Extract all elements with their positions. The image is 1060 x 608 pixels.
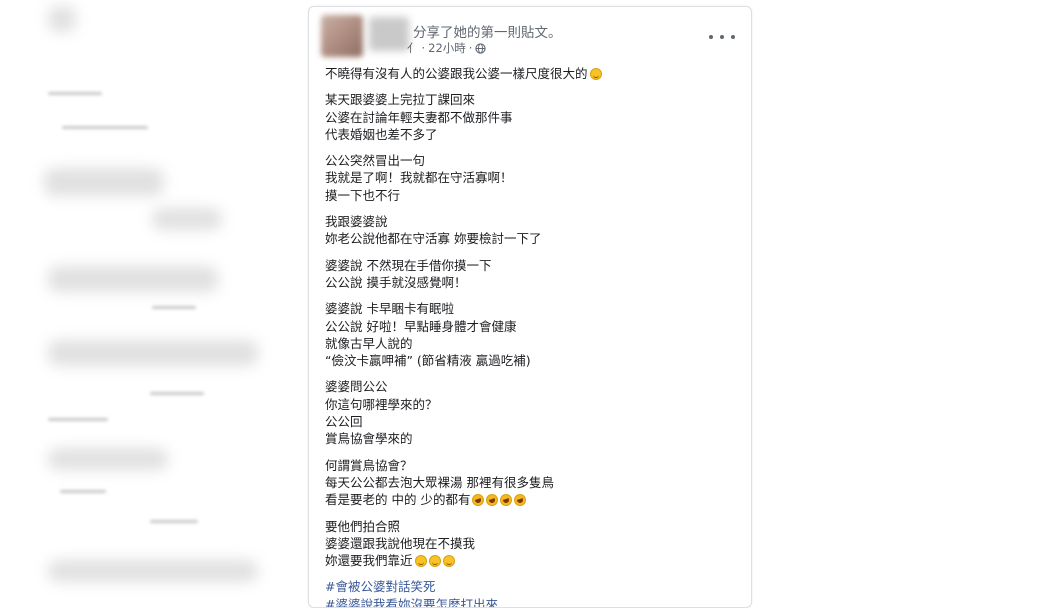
avatar[interactable] (321, 15, 363, 57)
rofl-emoji-icon (484, 492, 501, 508)
post-line-text: 公公說 摸手就沒感覺啊！ (325, 274, 467, 290)
post-line: 要他們拍合照 (325, 518, 735, 535)
post-line: 公公說 好啦！早點睡身體才會健康 (325, 318, 735, 335)
meta-prefix: 亻 (407, 41, 419, 55)
post-line-text: “儉汶卡贏呷補” (節省精液 贏過吃補) (325, 353, 531, 369)
post-line-text: 婆婆問公公 (325, 379, 388, 395)
post-line-text: 婆婆說 卡早睏卡有眠啦 (325, 301, 454, 317)
separator: · (421, 41, 426, 55)
post-line: 我跟婆婆說 (325, 213, 735, 230)
post-line: 代表婚姻也差不多了 (325, 126, 735, 143)
post-line-text: 何謂賞鳥協會？ (325, 457, 413, 473)
post-line: 每天公公都去泡大眾裸湯 那裡有很多隻鳥 (325, 474, 735, 491)
hashtag-link[interactable]: #會被公婆對話笑死 (325, 578, 735, 595)
post-line-text: 就像古早人說的 (325, 335, 413, 351)
post-line-text: 每天公公都去泡大眾裸湯 那裡有很多隻鳥 (325, 474, 554, 490)
post-line-text: 我跟婆婆說 (325, 214, 388, 230)
post-line: 公公回 (325, 413, 735, 430)
post-line-text: 妳老公說他都在守活寡 妳要檢討一下了 (325, 231, 542, 247)
post-card: 分享了她的第一則貼文。 亻 · 22小時 · 不曉得有沒有人的公婆跟我公婆一樣尺… (308, 6, 752, 608)
post-line: 不曉得有沒有人的公婆跟我公婆一樣尺度很大的 (325, 65, 735, 82)
post-line: 何謂賞鳥協會？ (325, 457, 735, 474)
post-line-text: 代表婚姻也差不多了 (325, 126, 438, 142)
post-paragraph: 公公突然冒出一句 我就是了啊！我就都在守活寡啊！ 摸一下也不行 (325, 152, 735, 204)
hashtag-link[interactable]: #婆婆說我看妳沒要怎麼打出來 (325, 596, 735, 607)
post-line: 婆婆說 不然現在手借你摸一下 (325, 257, 735, 274)
grin-emoji-icon (589, 68, 602, 80)
post-paragraph: 某天跟婆婆上完拉丁課回來 公婆在討論年輕夫妻都不做那件事 代表婚姻也差不多了 (325, 91, 735, 143)
globe-icon[interactable] (475, 42, 487, 54)
post-line: 公公突然冒出一句 (325, 152, 735, 169)
post-paragraph: 要他們拍合照 婆婆還跟我說他現在不摸我 妳還要我們靠近 (325, 518, 735, 570)
post-paragraph: 不曉得有沒有人的公婆跟我公婆一樣尺度很大的 (325, 65, 735, 82)
post-line-text: 妳還要我們靠近 (325, 553, 413, 569)
post-line-text: 公公回 (325, 414, 363, 430)
post-line: 你這句哪裡學來的？ (325, 396, 735, 413)
post-line-text: 要他們拍合照 (325, 518, 401, 534)
post-line: 妳還要我們靠近 (325, 552, 735, 569)
post-timestamp[interactable]: 22小時 (428, 40, 466, 56)
post-line-text: 婆婆還跟我說他現在不摸我 (325, 535, 476, 551)
post-line-text: 公婆在討論年輕夫妻都不做那件事 (325, 109, 513, 125)
post-line: 就像古早人說的 (325, 335, 735, 352)
post-line-text: 不曉得有沒有人的公婆跟我公婆一樣尺度很大的 (325, 66, 588, 81)
post-line: 婆婆問公公 (325, 378, 735, 395)
more-dots-icon (709, 35, 713, 39)
post-paragraph: 婆婆問公公 你這句哪裡學來的？ 公公回 賞鳥協會學來的 (325, 378, 735, 447)
post-line: 看是要老的 中的 少的都有 (325, 491, 735, 508)
post-line: 摸一下也不行 (325, 187, 735, 204)
grin-emoji-icon (414, 555, 427, 568)
post-line: “儉汶卡贏呷補” (節省精液 贏過吃補) (325, 352, 735, 369)
post-line: 賞鳥協會學來的 (325, 430, 735, 447)
post-paragraph: 我跟婆婆說 妳老公說他都在守活寡 妳要檢討一下了 (325, 213, 735, 248)
post-line-text: 公公說 好啦！早點睡身體才會健康 (325, 318, 517, 334)
post-text: 不曉得有沒有人的公婆跟我公婆一樣尺度很大的 某天跟婆婆上完拉丁課回來 公婆在討論年輕… (325, 65, 735, 607)
post-line-text: 你這句哪裡學來的？ (325, 396, 438, 412)
post-header-action: 分享了她的第一則貼文。 (413, 25, 562, 41)
post-paragraph: 何謂賞鳥協會？ 每天公公都去泡大眾裸湯 那裡有很多隻鳥 看是要老的 中的 少的都有 (325, 457, 735, 509)
post-line: 公婆在討論年輕夫妻都不做那件事 (325, 109, 735, 126)
post-line: 公公說 摸手就沒感覺啊！ (325, 274, 735, 291)
rofl-emoji-icon (470, 492, 487, 508)
post-line-text: 我就是了啊！我就都在守活寡啊！ (325, 170, 513, 186)
post-line: 婆婆還跟我說他現在不摸我 (325, 535, 735, 552)
post-line-text: 某天跟婆婆上完拉丁課回來 (325, 92, 476, 108)
more-options-button[interactable] (709, 29, 735, 45)
post-line-text: 公公突然冒出一句 (325, 153, 426, 169)
post-paragraph: 婆婆說 不然現在手借你摸一下 公公說 摸手就沒感覺啊！ (325, 257, 735, 292)
post-line: 妳老公說他都在守活寡 妳要檢討一下了 (325, 230, 735, 247)
post-meta: 亻 · 22小時 · (407, 40, 487, 56)
post-line-text: 摸一下也不行 (325, 187, 401, 203)
post-line-text: 婆婆說 不然現在手借你摸一下 (325, 257, 492, 273)
rofl-emoji-icon (512, 492, 529, 508)
author-name-blurred[interactable] (369, 17, 409, 51)
post-line: 婆婆說 卡早睏卡有眠啦 (325, 300, 735, 317)
post-line: 某天跟婆婆上完拉丁課回來 (325, 91, 735, 108)
post-paragraph: 婆婆說 卡早睏卡有眠啦 公公說 好啦！早點睡身體才會健康 就像古早人說的 “儉汶卡贏呷… (325, 300, 735, 369)
grin-emoji-icon (442, 555, 455, 568)
hashtag-list: #會被公婆對話笑死#婆婆說我看妳沒要怎麼打出來逆媳日記 (325, 578, 735, 607)
post-line: 我就是了啊！我就都在守活寡啊！ (325, 169, 735, 186)
separator: · (468, 41, 473, 55)
grin-emoji-icon (428, 555, 441, 568)
rofl-emoji-icon (498, 492, 515, 508)
post-line-text: 看是要老的 中的 少的都有 (325, 492, 471, 508)
post-line-text: 賞鳥協會學來的 (325, 431, 413, 447)
